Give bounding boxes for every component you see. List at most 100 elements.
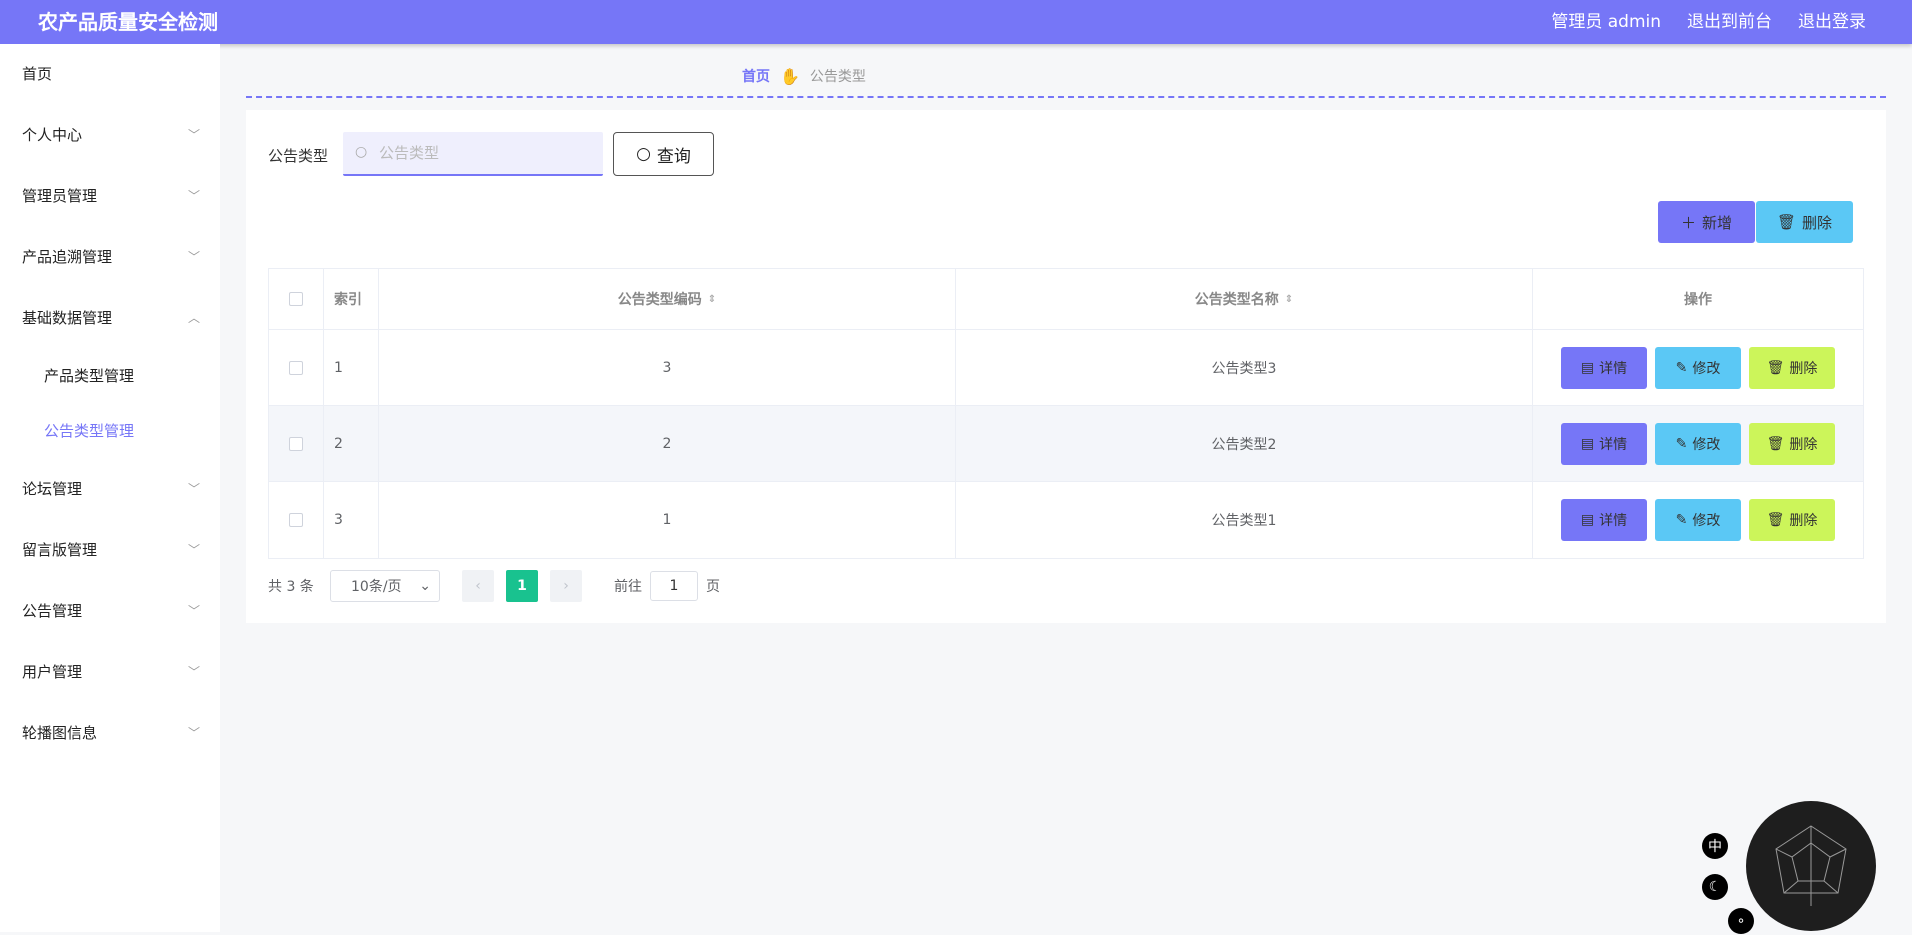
- sidebar-item-admin-management[interactable]: 管理员管理 ﹀: [0, 166, 220, 227]
- hand-icon: ✋: [780, 66, 800, 86]
- sidebar-item-user[interactable]: 用户管理 ﹀: [0, 642, 220, 703]
- delete-button[interactable]: 🗑 删除: [1749, 422, 1835, 465]
- main-panel: 公告类型 ○ ○ 查询 ＋ 新增 🗑 删除 索引 公告类型编码 ⇕ 公告类型名称 ⇕…: [246, 110, 1886, 623]
- sidebar-item-product-type[interactable]: 产品类型管理: [0, 349, 220, 404]
- chevron-down-icon: ⌄: [419, 578, 431, 594]
- breadcrumb: 首页 ✋ 公告类型: [246, 62, 1886, 98]
- edit-button[interactable]: ✎ 修改: [1655, 499, 1741, 541]
- document-icon: ▤: [1580, 359, 1595, 376]
- language-toggle[interactable]: 中: [1702, 833, 1728, 859]
- trash-icon: 🗑: [1766, 512, 1785, 528]
- detail-label: 详情: [1599, 513, 1628, 529]
- header-code[interactable]: 公告类型编码 ⇕: [379, 269, 956, 329]
- search-icon: ○: [636, 144, 651, 164]
- name-cell: 公告类型3: [956, 330, 1533, 405]
- code-cell: 3: [379, 330, 956, 405]
- chevron-down-icon: ﹀: [187, 189, 200, 203]
- chevron-left-icon: ‹: [475, 578, 481, 594]
- edit-button[interactable]: ✎ 修改: [1655, 346, 1741, 389]
- to-front-link[interactable]: 退出到前台: [1687, 0, 1772, 44]
- chevron-up-icon: ︿: [187, 311, 200, 325]
- sidebar-item-label: 用户管理: [22, 663, 83, 681]
- code-cell: 1: [379, 482, 956, 558]
- breadcrumb-current: 公告类型: [809, 69, 866, 85]
- logout-link[interactable]: 退出登录: [1798, 0, 1866, 44]
- sort-icon[interactable]: ⇕: [1285, 294, 1293, 305]
- row-checkbox[interactable]: [289, 513, 303, 527]
- batch-delete-button[interactable]: 🗑 删除: [1756, 201, 1853, 243]
- sidebar-item-label: 公告类型管理: [44, 422, 135, 440]
- search-icon: ○: [355, 144, 368, 160]
- row-checkbox[interactable]: [289, 360, 303, 375]
- sidebar-item-notice[interactable]: 公告管理 ﹀: [0, 581, 220, 642]
- delete-button[interactable]: 🗑 删除: [1749, 346, 1835, 389]
- select-all-checkbox[interactable]: [289, 292, 303, 306]
- sidebar-item-forum[interactable]: 论坛管理 ﹀: [0, 459, 220, 520]
- sidebar-item-label: 论坛管理: [22, 480, 83, 498]
- table-row: 2 2 公告类型2 ▤ 详情 ✎ 修改 🗑 删除: [269, 406, 1863, 482]
- sidebar-item-notice-type[interactable]: 公告类型管理: [0, 404, 220, 459]
- trash-icon: 🗑: [1766, 435, 1785, 452]
- breadcrumb-home[interactable]: 首页: [742, 66, 770, 86]
- goto-page-input[interactable]: 1: [650, 571, 698, 601]
- chevron-down-icon: ﹀: [187, 250, 200, 264]
- detail-button[interactable]: ▤ 详情: [1561, 346, 1647, 389]
- detail-button[interactable]: ▤ 详情: [1561, 422, 1647, 465]
- sidebar: 首页 个人中心 ﹀ 管理员管理 ﹀ 产品追溯管理 ﹀ 基础数据管理 ︿ 产品类型管理 公…: [0, 44, 220, 932]
- plus-icon: ＋: [1680, 213, 1696, 232]
- delete-label: 删除: [1789, 436, 1818, 453]
- edit-button[interactable]: ✎ 修改: [1655, 422, 1741, 465]
- table-header-row: 索引 公告类型编码 ⇕ 公告类型名称 ⇕ 操作: [269, 269, 1863, 330]
- ops-cell: ▤ 详情 ✎ 修改 🗑 删除: [1533, 330, 1863, 405]
- sidebar-item-label: 产品追溯管理: [22, 248, 113, 266]
- sidebar-item-carousel[interactable]: 轮播图信息 ﹀: [0, 703, 220, 764]
- chevron-down-icon: ﹀: [187, 665, 200, 679]
- page-size-select[interactable]: 10条/页 ⌄: [330, 570, 440, 602]
- decorative-widget[interactable]: [1746, 801, 1876, 931]
- sidebar-item-base-data[interactable]: 基础数据管理 ︿: [0, 288, 220, 349]
- row-checkbox[interactable]: [289, 436, 303, 451]
- edit-label: 修改: [1692, 513, 1721, 529]
- chevron-down-icon: ﹀: [187, 726, 200, 740]
- header-name[interactable]: 公告类型名称 ⇕: [956, 269, 1533, 329]
- select-cell: [269, 330, 324, 405]
- top-header: 农产品质量安全检测 管理员 admin 退出到前台 退出登录: [0, 0, 1912, 44]
- delete-label: 删除: [1789, 513, 1818, 529]
- search-box: ○: [343, 132, 603, 176]
- query-label: 查询: [656, 146, 691, 167]
- next-page-button[interactable]: ›: [550, 570, 582, 602]
- detail-button[interactable]: ▤ 详情: [1561, 499, 1647, 541]
- sidebar-item-label: 留言版管理: [22, 541, 98, 559]
- sidebar-item-label: 首页: [22, 65, 53, 83]
- breadcrumb-inner: 首页 ✋ 公告类型: [742, 66, 866, 86]
- moon-icon[interactable]: ☾: [1702, 874, 1728, 900]
- query-button[interactable]: ○ 查询: [613, 132, 714, 176]
- sidebar-item-message-board[interactable]: 留言版管理 ﹀: [0, 520, 220, 581]
- ops-cell: ▤ 详情 ✎ 修改 🗑 删除: [1533, 482, 1863, 558]
- sidebar-item-home[interactable]: 首页: [0, 44, 220, 105]
- header-name-label: 公告类型名称: [1194, 292, 1279, 308]
- chevron-down-icon: ﹀: [187, 604, 200, 618]
- chevron-right-icon: ›: [563, 578, 569, 594]
- trash-icon: 🗑: [1776, 213, 1797, 231]
- data-table: 索引 公告类型编码 ⇕ 公告类型名称 ⇕ 操作 1 3 公告类型3 ▤ 详情 ✎ 修改 …: [268, 268, 1864, 559]
- page-number-button[interactable]: 1: [506, 570, 538, 602]
- sidebar-item-personal-center[interactable]: 个人中心 ﹀: [0, 105, 220, 166]
- page-size-value: 10条/页: [351, 579, 402, 595]
- goto-prefix: 前往: [614, 579, 642, 595]
- search-input[interactable]: [377, 132, 597, 174]
- edit-label: 修改: [1692, 360, 1721, 377]
- pencil-icon: ✎: [1675, 435, 1688, 452]
- detail-label: 详情: [1599, 436, 1628, 453]
- index-cell: 3: [324, 482, 379, 558]
- sort-icon[interactable]: ⇕: [708, 294, 716, 305]
- sidebar-item-product-trace[interactable]: 产品追溯管理 ﹀: [0, 227, 220, 288]
- delete-button[interactable]: 🗑 删除: [1749, 499, 1835, 541]
- prev-page-button[interactable]: ‹: [462, 570, 494, 602]
- add-button[interactable]: ＋ 新增: [1658, 201, 1755, 243]
- header-select-cell: [269, 269, 324, 329]
- detail-label: 详情: [1599, 360, 1628, 377]
- table-row: 3 1 公告类型1 ▤ 详情 ✎ 修改 🗑 删除: [269, 482, 1863, 558]
- sidebar-item-label: 公告管理: [22, 602, 83, 620]
- document-icon: ▤: [1580, 512, 1595, 528]
